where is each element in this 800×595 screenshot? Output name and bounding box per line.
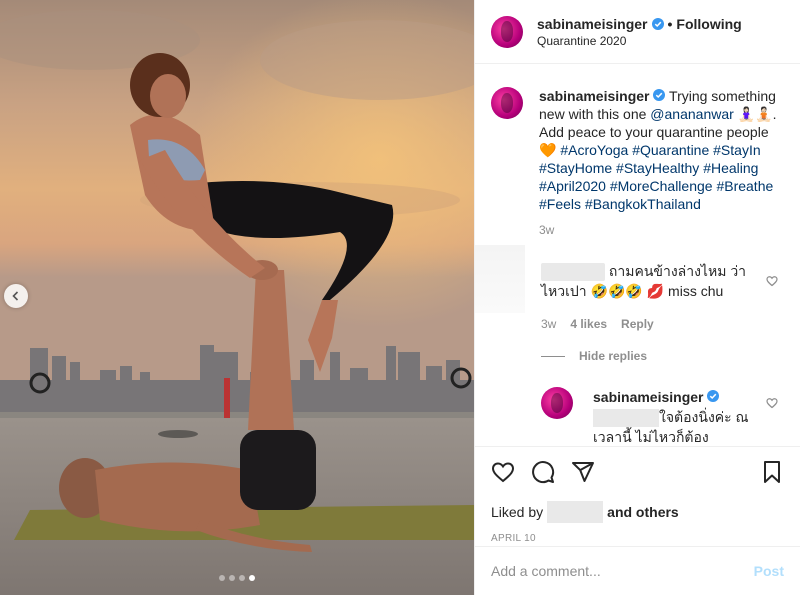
comments-section[interactable]: sabinameisinger Trying something new wit… [475, 65, 800, 445]
bookmark-icon[interactable] [760, 460, 784, 484]
post-date[interactable]: APRIL 10 [491, 533, 784, 544]
following-button[interactable]: Following [676, 16, 741, 32]
avatar[interactable] [541, 387, 573, 419]
redacted-mention [593, 409, 659, 428]
comment-time[interactable]: 3w [541, 317, 556, 331]
liked-by-label: Liked by [491, 504, 544, 520]
redacted-liker [547, 501, 604, 523]
carousel-prev-button[interactable] [4, 284, 28, 308]
mention-link[interactable]: @anananwar [650, 106, 734, 122]
carousel-dot-active [249, 575, 255, 581]
add-comment-bar: Post [475, 546, 800, 595]
liked-others[interactable]: and others [607, 504, 679, 520]
comment-like-heart-icon[interactable] [766, 275, 778, 287]
avatar[interactable] [491, 87, 523, 119]
carousel-dot [229, 575, 235, 581]
comment-meta: 3w 4 likes Reply [541, 317, 654, 331]
location-link[interactable]: Quarantine 2020 [537, 34, 742, 48]
post-header: sabinameisinger • Following Quarantine 2… [475, 0, 800, 64]
redacted-username [541, 263, 605, 282]
carousel-dot [239, 575, 245, 581]
reply-button[interactable]: Reply [621, 317, 654, 331]
post-media[interactable] [0, 0, 474, 595]
heart-icon[interactable] [491, 460, 515, 484]
add-comment-input[interactable] [491, 563, 754, 579]
reply-comment: sabinameisinger ใจต้องนิ่งค่ะ ณ เวลานี้ … [541, 387, 763, 445]
hide-replies-button[interactable]: Hide replies [541, 349, 647, 363]
caption-username[interactable]: sabinameisinger [539, 88, 650, 104]
post-comment-button[interactable]: Post [754, 563, 784, 579]
avatar[interactable] [491, 15, 523, 48]
verified-badge-icon [651, 17, 664, 30]
caption-time[interactable]: 3w [539, 223, 785, 237]
carousel-dot [219, 575, 225, 581]
caption: sabinameisinger Trying something new wit… [475, 65, 800, 237]
post-photo [0, 0, 474, 595]
carousel-indicator [0, 575, 474, 581]
verified-badge-icon [707, 390, 720, 402]
hashtags[interactable]: #AcroYoga #Quarantine #StayIn #StayHome … [539, 142, 773, 212]
reply-username[interactable]: sabinameisinger [593, 389, 704, 405]
post-actions: Liked by and others APRIL 10 [475, 446, 800, 546]
heart-emoji: 🧡 [539, 142, 557, 158]
comment-likes[interactable]: 4 likes [570, 317, 607, 331]
verified-badge-icon [653, 89, 666, 101]
username-link[interactable]: sabinameisinger [537, 16, 648, 32]
redacted-avatar [475, 245, 525, 313]
likes-summary[interactable]: Liked by and others [491, 501, 784, 523]
chevron-left-icon [12, 291, 19, 301]
post-sidebar: sabinameisinger • Following Quarantine 2… [474, 0, 800, 595]
hide-replies-label: Hide replies [579, 349, 648, 363]
divider [541, 355, 565, 357]
comment: ถามคนข้างล่างไหม ว่าไหวเปา 🤣🤣🤣 💋 miss ch… [541, 261, 765, 301]
comment-icon[interactable] [531, 460, 555, 484]
separator: • [667, 15, 673, 32]
share-icon[interactable] [571, 460, 595, 484]
reply-like-heart-icon[interactable] [766, 397, 778, 409]
caption-emoji: 🧘🏻‍♀️🧘🏻 [737, 106, 773, 122]
